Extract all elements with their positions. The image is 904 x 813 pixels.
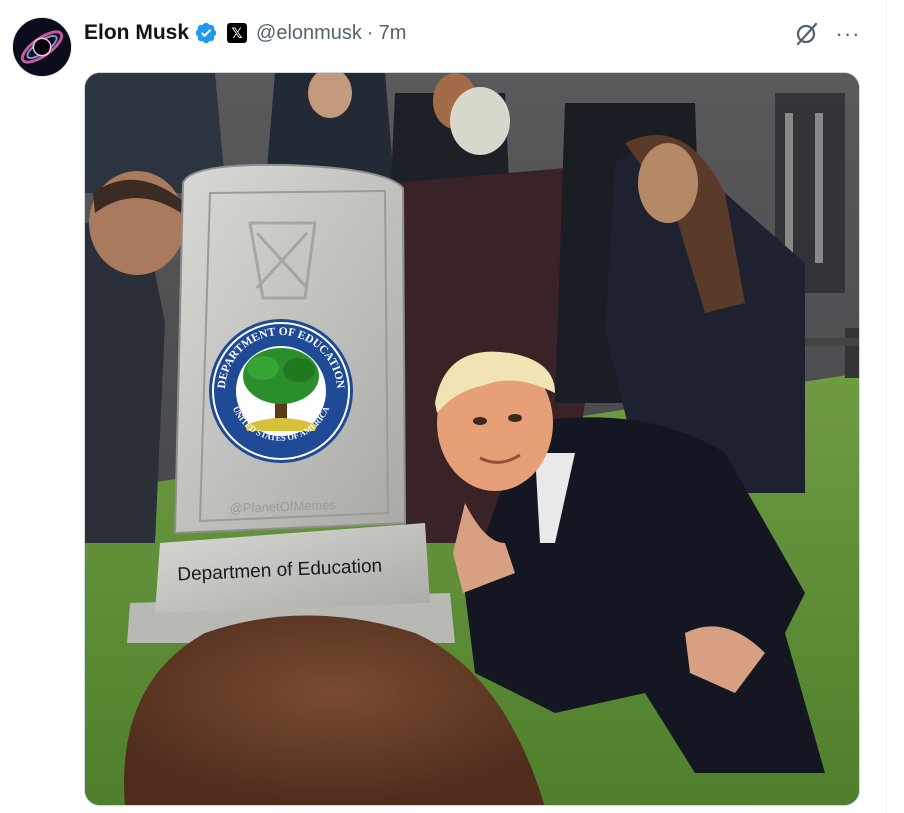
more-options-icon[interactable]: ··· — [834, 20, 862, 48]
author-handle[interactable]: @elonmusk — [256, 22, 362, 45]
tweet-media-image[interactable]: DEPARTMENT OF EDUCATION UNITED STATES OF… — [84, 72, 860, 806]
separator-dot: · — [366, 21, 374, 44]
meme-image: DEPARTMENT OF EDUCATION UNITED STATES OF… — [85, 73, 859, 805]
avatar-image — [13, 18, 71, 76]
x-logo-icon[interactable]: 𝕏 — [227, 23, 248, 43]
tweet-card[interactable]: Elon Musk 𝕏 @elonmusk · 7m ··· DEPARTMEN… — [0, 0, 886, 813]
grok-icon[interactable] — [792, 19, 822, 49]
verified-badge-icon[interactable] — [194, 21, 218, 45]
timeline-divider — [886, 0, 887, 813]
tweet-header: Elon Musk 𝕏 @elonmusk · 7m — [84, 19, 406, 47]
author-name[interactable]: Elon Musk — [84, 21, 189, 45]
education-seal: DEPARTMENT OF EDUCATION UNITED STATES OF… — [209, 319, 353, 463]
tweet-timestamp[interactable]: 7m — [379, 22, 407, 45]
author-avatar[interactable] — [12, 17, 72, 77]
